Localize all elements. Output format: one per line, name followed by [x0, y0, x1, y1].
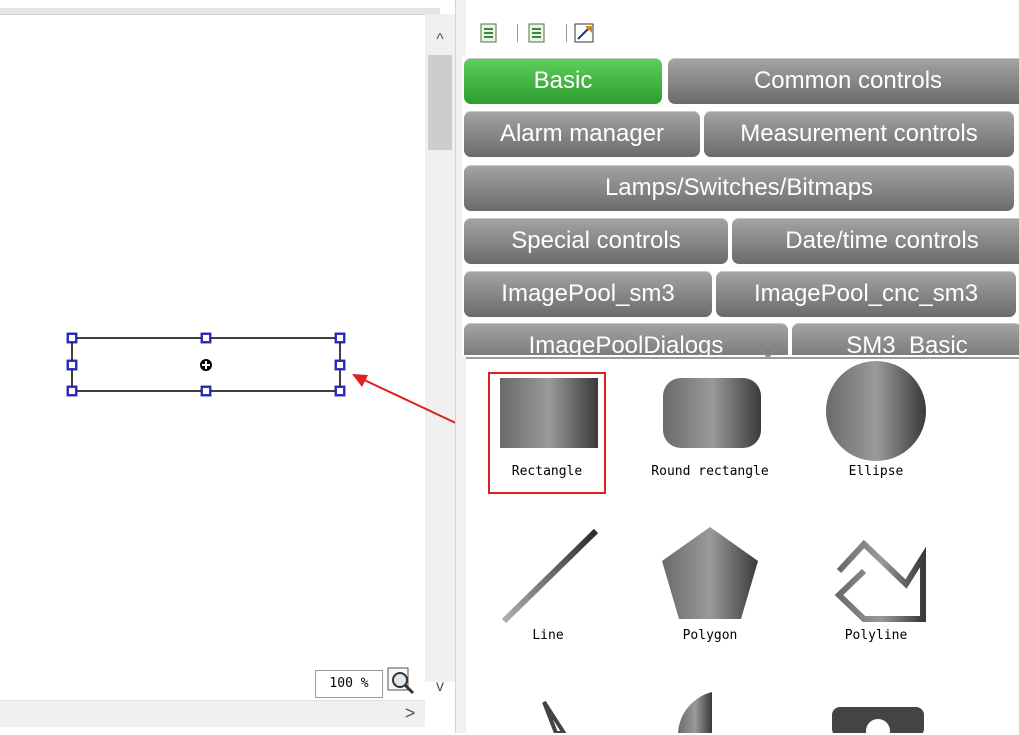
scroll-down-icon[interactable]: v	[428, 678, 452, 698]
page-icon[interactable]	[478, 22, 500, 44]
tab-special-controls[interactable]: Special controls	[464, 218, 728, 264]
vertical-scroll-thumb[interactable]	[428, 55, 452, 150]
tab-basic[interactable]: Basic	[464, 58, 662, 104]
polygon-shape-icon	[662, 527, 758, 619]
shape-label-rectangle[interactable]: Rectangle	[490, 464, 604, 479]
tab-measurement-controls[interactable]: Measurement controls	[704, 111, 1014, 157]
line-shape-icon	[501, 528, 599, 624]
shape-label-ellipse[interactable]: Ellipse	[830, 464, 922, 479]
shape-label-line[interactable]: Line	[510, 628, 586, 643]
polyline-shape-icon	[834, 539, 926, 622]
sector-shape-icon	[678, 692, 712, 733]
tab-common-controls[interactable]: Common controls	[668, 58, 1019, 104]
tab-alarm-manager[interactable]: Alarm manager	[464, 111, 700, 157]
pie-shape-icon	[542, 700, 567, 733]
page-icon[interactable]	[526, 22, 548, 44]
toolbox-tab-bar: Basic Common controls Alarm manager Meas…	[462, 55, 1019, 355]
shape-label-round-rectangle[interactable]: Round rectangle	[630, 464, 790, 479]
toolbar-separator	[566, 24, 567, 42]
ellipse-shape-icon	[826, 361, 926, 461]
shape-label-polygon[interactable]: Polygon	[660, 628, 760, 643]
tab-date-time-controls[interactable]: Date/time controls	[732, 218, 1019, 264]
wizard-icon[interactable]	[573, 22, 595, 44]
tab-lamps-switches-bitmaps[interactable]: Lamps/Switches/Bitmaps	[464, 165, 1014, 211]
center-move-icon	[200, 359, 212, 371]
scroll-right-icon[interactable]: >	[398, 700, 422, 726]
shape-label-polyline[interactable]: Polyline	[826, 628, 926, 643]
round-rectangle-shape-icon	[663, 378, 761, 448]
tab-sm3-basic[interactable]: SM3_Basic	[792, 323, 1019, 355]
horizontal-scrollbar[interactable]	[0, 700, 425, 727]
selected-rectangle-element[interactable]	[60, 325, 355, 405]
toolbar-separator	[517, 24, 518, 42]
tab-imagepool-sm3[interactable]: ImagePool_sm3	[464, 271, 712, 317]
tab-imagepooldialogs[interactable]: ImagePoolDialogs	[464, 323, 788, 355]
zoom-level-field[interactable]: 100 %	[315, 670, 383, 698]
zoom-magnifier-icon[interactable]	[386, 666, 420, 698]
editor-top-strip	[0, 8, 440, 15]
tab-imagepool-cnc-sm3[interactable]: ImagePool_cnc_sm3	[716, 271, 1016, 317]
scroll-up-icon[interactable]: ^	[425, 30, 455, 50]
